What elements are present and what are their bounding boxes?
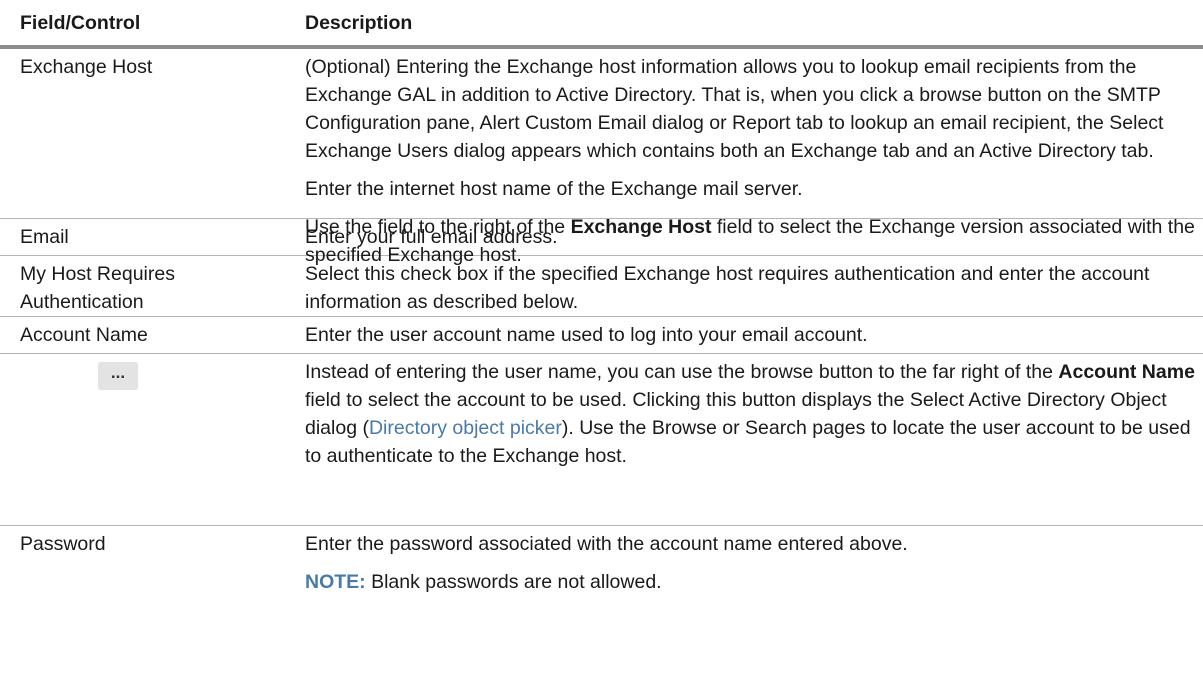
table-row-password: Password Enter the password associated w… (0, 526, 1203, 636)
password-note: NOTE: Blank passwords are not allowed. (305, 568, 1195, 596)
table-row-browse-button: ... Instead of entering the user name, y… (0, 354, 1203, 526)
field-my-host-requires-auth: My Host Requires Authentication (20, 263, 175, 313)
directory-object-picker-link[interactable]: Directory object picker (369, 417, 562, 439)
field-account-name: Account Name (20, 324, 148, 346)
header-field-control: Field/Control (20, 11, 141, 34)
description-my-host-requires-auth: Select this check box if the specified E… (305, 263, 1150, 313)
exchange-host-paragraph-2: Enter the internet host name of the Exch… (305, 178, 803, 200)
note-label: NOTE: (305, 571, 366, 593)
table-row-account-name: Account Name Enter the user account name… (0, 317, 1203, 354)
text: Instead of entering the user name, you c… (305, 361, 1059, 383)
browse-button[interactable]: ... (98, 362, 138, 390)
exchange-host-paragraph-1: (Optional) Entering the Exchange host in… (305, 56, 1164, 162)
field-email: Email (20, 226, 69, 248)
bold-term-account-name: Account Name (1058, 361, 1195, 383)
field-description-table: Field/Control Description Exchange Host … (0, 0, 1203, 636)
description-exchange-host: (Optional) Entering the Exchange host in… (305, 49, 1203, 266)
description-email: Enter your full email address. (305, 226, 558, 248)
table-header-row: Field/Control Description (0, 0, 1203, 49)
field-browse-button: ... (0, 354, 305, 525)
password-paragraph: Enter the password associated with the a… (305, 533, 908, 555)
description-password: Enter the password associated with the a… (305, 526, 1203, 636)
note-text: Blank passwords are not allowed. (365, 571, 662, 593)
browse-paragraph: Instead of entering the user name, you c… (305, 358, 1195, 470)
description-browse-button: Instead of entering the user name, you c… (305, 354, 1203, 525)
table-row-email: Email Enter your full email address. (0, 219, 1203, 256)
field-password: Password (20, 533, 106, 555)
description-account-name: Enter the user account name used to log … (305, 324, 868, 346)
header-description: Description (305, 11, 413, 34)
field-exchange-host: Exchange Host (20, 56, 153, 78)
table-row-exchange-host: Exchange Host (Optional) Entering the Ex… (0, 49, 1203, 266)
table-row-my-host-requires-auth: My Host Requires Authentication Select t… (0, 256, 1203, 317)
